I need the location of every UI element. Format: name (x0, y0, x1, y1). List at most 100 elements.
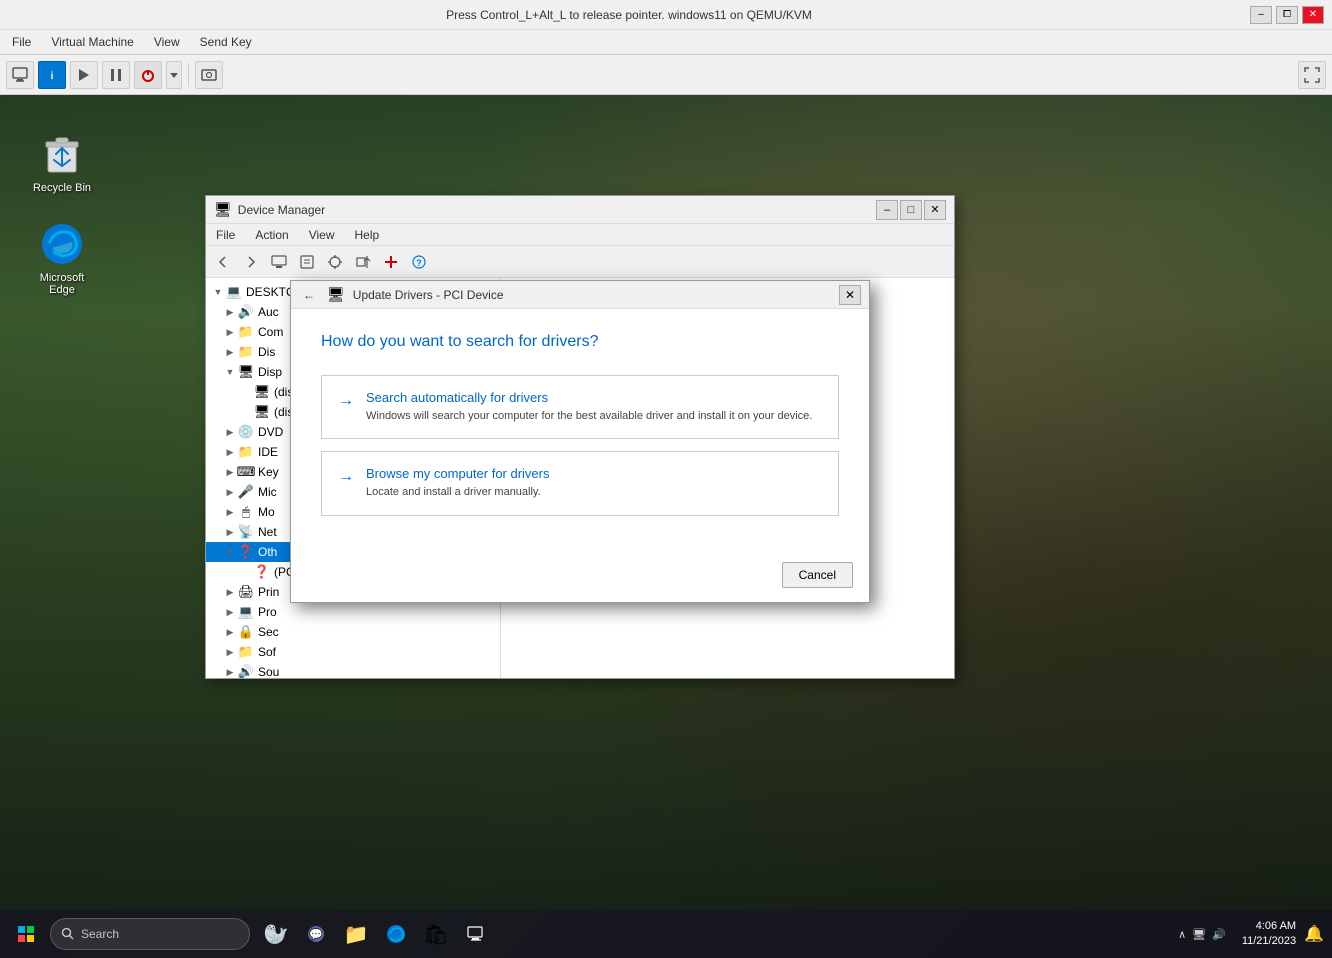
tree-label-dvd: DVD (258, 425, 283, 439)
dm-menu-help[interactable]: Help (349, 226, 386, 244)
dm-computer-btn[interactable] (266, 249, 292, 275)
recycle-bin-icon[interactable]: Recycle Bin (26, 130, 98, 194)
tree-icon-root: 💻 (226, 284, 242, 300)
recycle-bin-label: Recycle Bin (33, 182, 91, 194)
virt-manager-title-bar: Press Control_L+Alt_L to release pointer… (0, 0, 1332, 55)
fullscreen-btn[interactable] (1298, 61, 1326, 89)
tree-icon-oth: ❓ (238, 544, 254, 560)
screenshot-btn[interactable] (195, 61, 223, 89)
tree-icon-sec: 🔒 (238, 624, 254, 640)
virt-title-buttons: – ⧠ ✕ (1250, 6, 1324, 24)
tree-label-mic: Mic (258, 485, 277, 499)
display-btn[interactable] (6, 61, 34, 89)
virt-toolbar: i (0, 55, 1332, 95)
tree-item-sof[interactable]: ▶ 📁 Sof (206, 642, 500, 662)
tree-expand-dvd: ▶ (222, 427, 238, 438)
virt-close-btn[interactable]: ✕ (1302, 6, 1324, 24)
taskbar-chat-icon[interactable]: 💬 (298, 916, 334, 952)
dm-minimize-btn[interactable]: – (876, 200, 898, 220)
ud-option-auto-content: Search automatically for drivers Windows… (366, 390, 812, 424)
clock-time: 4:06 AM (1242, 919, 1296, 934)
tree-label-net: Net (258, 525, 277, 539)
clock-display[interactable]: 4:06 AM 11/21/2023 (1242, 919, 1296, 950)
play-btn[interactable] (70, 61, 98, 89)
ud-option-browse-desc: Locate and install a driver manually. (366, 485, 550, 500)
tree-icon-prin: 🖨 (238, 584, 254, 600)
tree-item-sec[interactable]: ▶ 🔒 Sec (206, 622, 500, 642)
tree-item-sou[interactable]: ▶ 🔊 Sou (206, 662, 500, 678)
virt-title-row: Press Control_L+Alt_L to release pointer… (0, 0, 1332, 30)
ud-cancel-btn[interactable]: Cancel (782, 562, 853, 588)
dm-maximize-btn[interactable]: □ (900, 200, 922, 220)
ud-option-browse[interactable]: → Browse my computer for drivers Locate … (321, 451, 839, 515)
tree-icon-pci: ❓ (254, 564, 270, 580)
tray-overflow-btn[interactable]: ∧ (1178, 928, 1186, 941)
dm-menu-action[interactable]: Action (249, 226, 294, 244)
tree-label-prin: Prin (258, 585, 279, 599)
tray-volume-icon[interactable]: 🔊 (1212, 928, 1226, 941)
tree-expand-pro: ▶ (222, 607, 238, 618)
dm-update-btn[interactable] (378, 249, 404, 275)
dm-back-btn[interactable] (210, 249, 236, 275)
tree-icon-mic: 🎤 (238, 484, 254, 500)
tray-network-icon[interactable]: 🖥 (1192, 928, 1206, 941)
taskbar-store-icon[interactable]: 🛍 (418, 916, 454, 952)
power-btn[interactable] (134, 61, 162, 89)
tree-label-com: Com (258, 325, 283, 339)
virt-menu-vm[interactable]: Virtual Machine (47, 33, 138, 51)
dm-menu-file[interactable]: File (210, 226, 241, 244)
virt-menu-view[interactable]: View (150, 33, 184, 51)
svg-text:?: ? (416, 258, 422, 268)
tree-icon-auc: 🔊 (238, 304, 254, 320)
taskbar-vm-icon[interactable] (458, 916, 494, 952)
tree-expand-key: ▶ (222, 467, 238, 478)
dm-title-buttons: – □ ✕ (876, 200, 946, 220)
tree-expand-sof: ▶ (222, 647, 238, 658)
dm-help-btn[interactable]: ? (406, 249, 432, 275)
dm-scan-btn[interactable] (322, 249, 348, 275)
dm-drivers-btn[interactable] (350, 249, 376, 275)
recycle-bin-image (38, 130, 86, 178)
tree-icon-ide: 📁 (238, 444, 254, 460)
virt-title-text: Press Control_L+Alt_L to release pointer… (8, 8, 1250, 22)
ud-option-browse-title: Browse my computer for drivers (366, 466, 550, 481)
taskbar-explorer-icon[interactable]: 📁 (338, 916, 374, 952)
tree-label-sec: Sec (258, 625, 279, 639)
tree-label-ide: IDE (258, 445, 278, 459)
tree-expand-auc: ▶ (222, 307, 238, 318)
taskbar-widgets-icon[interactable]: 🦭 (258, 916, 294, 952)
ud-option-browse-content: Browse my computer for drivers Locate an… (366, 466, 550, 500)
virt-menu-sendkey[interactable]: Send Key (196, 33, 256, 51)
tree-item-pro[interactable]: ▶ 💻 Pro (206, 602, 500, 622)
ud-close-btn[interactable]: ✕ (839, 285, 861, 305)
dm-properties-btn[interactable] (294, 249, 320, 275)
taskbar-search[interactable]: Search (50, 918, 250, 950)
tree-icon-disp1: 🖥 (254, 384, 270, 400)
clock-date: 11/21/2023 (1242, 934, 1296, 949)
tree-expand-sou: ▶ (222, 667, 238, 678)
virt-minimize-btn[interactable]: – (1250, 6, 1272, 24)
virt-menu-bar: File Virtual Machine View Send Key (0, 30, 1332, 54)
virt-menu-file[interactable]: File (8, 33, 35, 51)
notification-bell-icon[interactable]: 🔔 (1304, 924, 1324, 944)
ud-option-auto-search[interactable]: → Search automatically for drivers Windo… (321, 375, 839, 439)
dm-forward-btn[interactable] (238, 249, 264, 275)
ud-back-nav-btn[interactable]: ← (299, 286, 319, 304)
taskbar-edge-icon[interactable] (378, 916, 414, 952)
update-drivers-dialog: ← 🖥 Update Drivers - PCI Device ✕ How do… (290, 280, 870, 603)
dm-menu-view[interactable]: View (303, 226, 341, 244)
taskbar-start-btn[interactable] (8, 916, 44, 952)
power-dropdown-btn[interactable] (166, 61, 182, 89)
ud-title-icon: 🖥 (327, 286, 345, 303)
tree-expand-sec: ▶ (222, 627, 238, 638)
pause-btn[interactable] (102, 61, 130, 89)
tree-icon-com: 📁 (238, 324, 254, 340)
ms-edge-icon[interactable]: Microsoft Edge (26, 220, 98, 296)
ud-title-content: ← 🖥 Update Drivers - PCI Device (299, 286, 504, 304)
dm-title-bar: 🖥 Device Manager – □ ✕ (206, 196, 954, 224)
dm-close-btn[interactable]: ✕ (924, 200, 946, 220)
info-btn[interactable]: i (38, 61, 66, 89)
virt-maximize-btn[interactable]: ⧠ (1276, 6, 1298, 24)
desktop: Press Control_L+Alt_L to release pointer… (0, 0, 1332, 958)
ud-option-auto-title: Search automatically for drivers (366, 390, 812, 405)
